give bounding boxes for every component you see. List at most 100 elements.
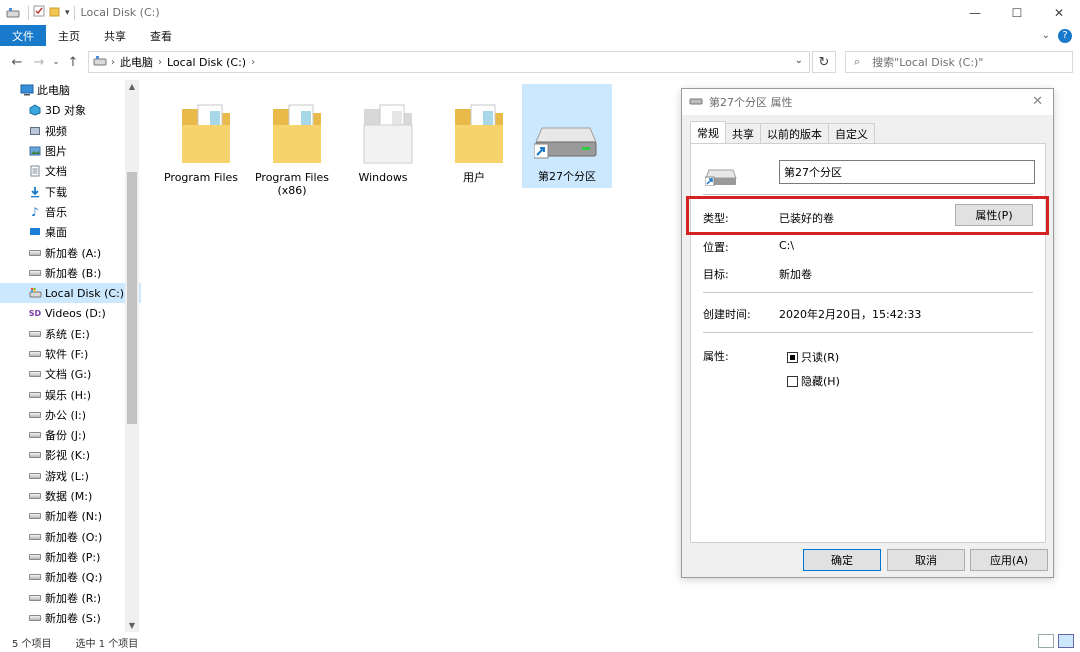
up-arrow-icon[interactable]: ↑: [62, 55, 84, 70]
target-value: 新加卷: [779, 268, 812, 281]
file-item[interactable]: 用户: [429, 85, 519, 189]
nav-item-drive-k[interactable]: 影视 (K:): [0, 445, 141, 465]
help-icon[interactable]: ?: [1058, 28, 1072, 43]
chevron-right-icon[interactable]: ›: [251, 57, 255, 68]
nav-item-drive-l[interactable]: 游戏 (L:): [0, 466, 141, 486]
drive-icon: [28, 267, 42, 279]
nav-scrollbar[interactable]: ▲ ▼: [125, 80, 139, 632]
nav-item-desktop[interactable]: 桌面: [0, 222, 141, 242]
folder-icon: [273, 104, 321, 163]
back-arrow-icon[interactable]: ←: [6, 55, 28, 70]
readonly-label: 只读(R): [801, 351, 840, 364]
nav-item-drive-a[interactable]: 新加卷 (A:): [0, 242, 141, 262]
divider: [703, 292, 1033, 293]
nav-item-label: 图片: [45, 145, 67, 159]
nav-item-downloads[interactable]: 下载: [0, 181, 141, 201]
file-item[interactable]: Program Files (x86): [247, 85, 337, 197]
tab-file[interactable]: 文件: [0, 25, 46, 46]
scroll-down-icon[interactable]: ▼: [125, 621, 139, 630]
drive-icon: [28, 389, 42, 401]
tab-customize[interactable]: 自定义: [828, 123, 875, 143]
nav-item-drive-f[interactable]: 软件 (F:): [0, 344, 141, 364]
scrollbar-thumb[interactable]: [127, 172, 137, 424]
expand-ribbon-icon[interactable]: ⌄: [1042, 30, 1050, 41]
nav-item-music[interactable]: ♪ 音乐: [0, 202, 141, 222]
nav-item-label: 视频: [45, 124, 67, 138]
nav-item-documents[interactable]: 文档: [0, 161, 141, 181]
file-item[interactable]: Program Files: [156, 85, 246, 189]
nav-item-pictures[interactable]: 图片: [0, 141, 141, 161]
tab-sharing[interactable]: 共享: [725, 123, 761, 143]
search-input[interactable]: ⌕ 搜索"Local Disk (C:)": [845, 51, 1073, 73]
chevron-right-icon[interactable]: ›: [111, 57, 115, 68]
highlight-box: [686, 196, 1049, 235]
nav-item-drive-h[interactable]: 娱乐 (H:): [0, 384, 141, 404]
nav-item-label: Local Disk (C:): [45, 286, 125, 300]
nav-item-drive-o[interactable]: 新加卷 (O:): [0, 527, 141, 547]
nav-item-label: 文档: [45, 165, 67, 179]
address-dropdown-icon[interactable]: ⌄: [795, 55, 803, 66]
explorer-drive-icon[interactable]: [6, 6, 20, 20]
drive-shortcut-small-icon: [689, 96, 703, 109]
refresh-button[interactable]: ↻: [812, 51, 836, 73]
cancel-button[interactable]: 取消: [887, 549, 965, 571]
file-item-selected[interactable]: 第27个分区: [522, 84, 612, 188]
minimize-button[interactable]: —: [954, 0, 996, 25]
tab-previous-versions[interactable]: 以前的版本: [760, 123, 829, 143]
apply-button[interactable]: 应用(A): [970, 549, 1048, 571]
nav-item-drive-r[interactable]: 新加卷 (R:): [0, 587, 141, 607]
customize-dropdown-icon[interactable]: ▾: [65, 8, 70, 18]
maximize-button[interactable]: ☐: [996, 0, 1038, 25]
selected-count: 选中 1 个项目: [75, 638, 139, 650]
close-window-button[interactable]: ✕: [1038, 0, 1080, 25]
file-item[interactable]: Windows: [338, 85, 428, 189]
window-title: Local Disk (C:): [80, 6, 160, 19]
folder-icon: [363, 104, 413, 164]
new-folder-icon[interactable]: [49, 5, 61, 20]
drive-icon: [28, 348, 42, 360]
drive-icon: [28, 247, 42, 259]
nav-item-drive-p[interactable]: 新加卷 (P:): [0, 547, 141, 567]
chevron-right-icon[interactable]: ›: [158, 57, 162, 68]
nav-item-this-pc[interactable]: 此电脑: [0, 80, 141, 100]
nav-item-drive-b[interactable]: 新加卷 (B:): [0, 263, 141, 283]
close-icon[interactable]: ✕: [1032, 94, 1043, 109]
system-drive-icon: [28, 287, 42, 299]
tab-home[interactable]: 主页: [46, 25, 92, 46]
readonly-checkbox[interactable]: 只读(R): [787, 349, 839, 365]
scroll-up-icon[interactable]: ▲: [125, 82, 139, 91]
nav-item-drive-g[interactable]: 文档 (G:): [0, 364, 141, 384]
nav-item-label: 新加卷 (A:): [45, 246, 102, 260]
nav-item-drive-c[interactable]: Local Disk (C:): [0, 282, 141, 304]
nav-item-drive-s[interactable]: 新加卷 (S:): [0, 608, 141, 628]
nav-item-drive-e[interactable]: 系统 (E:): [0, 324, 141, 344]
large-icons-view-icon[interactable]: [1058, 634, 1074, 648]
breadcrumb-local-disk[interactable]: Local Disk (C:): [167, 56, 246, 69]
nav-item-drive-d[interactable]: SD Videos (D:): [0, 303, 141, 323]
dialog-tabs: 常规 共享 以前的版本 自定义: [690, 121, 875, 143]
tab-share[interactable]: 共享: [92, 25, 138, 46]
recent-locations-icon[interactable]: ⌄: [50, 57, 62, 67]
tab-view[interactable]: 查看: [138, 25, 184, 46]
nav-item-drive-m[interactable]: 数据 (M:): [0, 486, 141, 506]
forward-arrow-icon[interactable]: →: [28, 55, 50, 70]
hidden-checkbox[interactable]: 隐藏(H): [787, 373, 840, 389]
nav-item-videos[interactable]: 视频: [0, 121, 141, 141]
nav-item-drive-n[interactable]: 新加卷 (N:): [0, 506, 141, 526]
properties-check-icon[interactable]: [33, 5, 45, 20]
sd-drive-icon: SD: [28, 308, 42, 318]
breadcrumb-this-pc[interactable]: 此电脑: [120, 54, 153, 70]
ok-button[interactable]: 确定: [803, 549, 881, 571]
details-view-icon[interactable]: [1038, 634, 1054, 648]
address-bar[interactable]: › 此电脑 › Local Disk (C:) › ⌄: [88, 51, 810, 73]
nav-item-label: 新加卷 (O:): [45, 530, 103, 544]
drive-icon: [28, 368, 42, 380]
search-placeholder: 搜索"Local Disk (C:)": [872, 56, 984, 69]
tab-general[interactable]: 常规: [690, 121, 726, 143]
name-field[interactable]: 第27个分区: [779, 160, 1035, 184]
divider: [703, 194, 1033, 195]
nav-item-drive-j[interactable]: 备份 (J:): [0, 425, 141, 445]
nav-item-drive-i[interactable]: 办公 (I:): [0, 405, 141, 425]
nav-item-3d-objects[interactable]: 3D 对象: [0, 100, 141, 120]
nav-item-drive-q[interactable]: 新加卷 (Q:): [0, 567, 141, 587]
